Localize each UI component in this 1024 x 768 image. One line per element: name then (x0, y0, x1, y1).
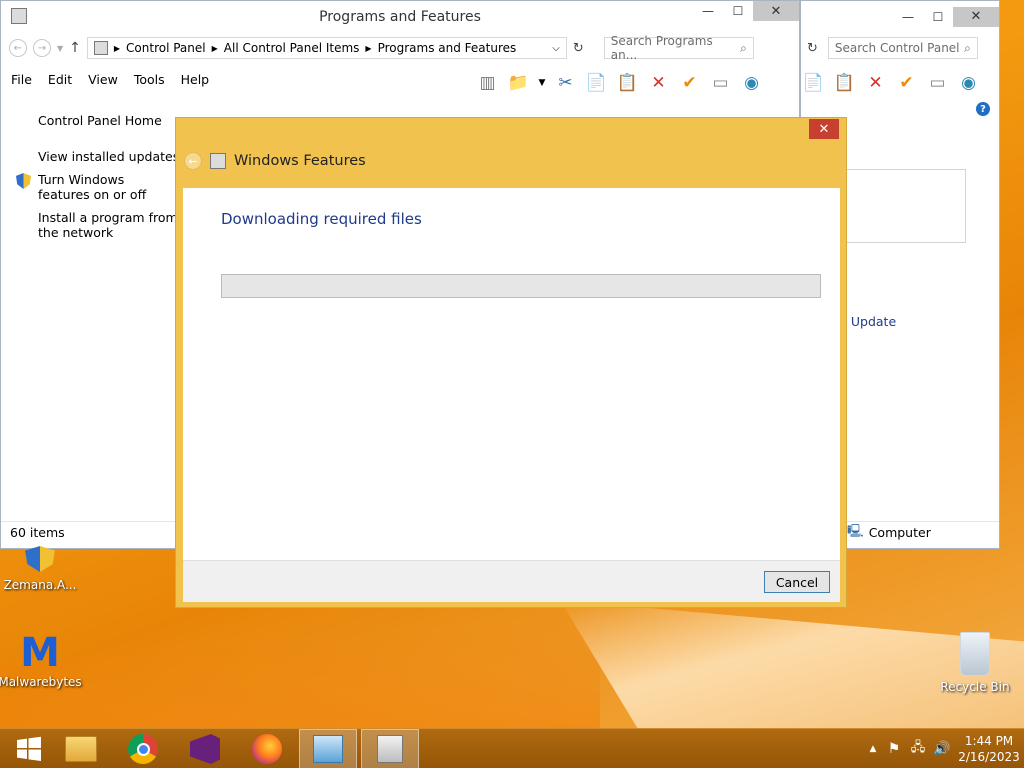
chevron-down-icon[interactable]: ⌵ (552, 43, 560, 54)
paste-icon[interactable]: 📋 (832, 70, 857, 95)
taskbar-chrome[interactable] (114, 729, 172, 768)
menu-view[interactable]: View (88, 72, 118, 87)
delete-icon[interactable]: ✕ (646, 70, 671, 95)
desktop-streak (0, 620, 600, 730)
search-icon: ⌕ (964, 40, 971, 55)
sidebar-home-link[interactable]: Control Panel Home (38, 113, 162, 128)
taskbar-visual-studio[interactable] (176, 729, 234, 768)
malwarebytes-icon: M (20, 630, 60, 676)
network-icon[interactable]: 🖧 (906, 738, 930, 760)
refresh-icon[interactable]: ↻ (573, 41, 584, 56)
dialog-content: Downloading required files (183, 188, 840, 560)
back-button[interactable]: ← (184, 152, 202, 170)
shell-icon[interactable]: ◉ (956, 70, 981, 95)
dialog-title: Windows Features (234, 153, 366, 169)
refresh-icon[interactable]: ↻ (807, 41, 818, 56)
clock-date: 2/16/2023 (958, 750, 1020, 764)
window-title: Programs and Features (319, 8, 481, 25)
rename-icon[interactable]: ▭ (708, 70, 733, 95)
close-button[interactable]: ✕ (953, 6, 999, 27)
help-icon[interactable]: ? (976, 102, 990, 116)
back-button[interactable]: ← (9, 39, 27, 57)
checkmark-icon[interactable]: ✔ (677, 70, 702, 95)
delete-icon[interactable]: ✕ (863, 70, 888, 95)
address-bar[interactable]: ▶ Control Panel ▶ All Control Panel Item… (86, 37, 567, 59)
start-button[interactable] (0, 729, 58, 768)
search-icon: ⌕ (740, 40, 747, 55)
copy-icon[interactable]: 📄 (801, 70, 826, 95)
maximize-button[interactable]: ☐ (723, 1, 753, 21)
up-icon[interactable]: ↑ (69, 40, 81, 56)
menu-tools[interactable]: Tools (134, 72, 165, 87)
sidebar-item-view-updates[interactable]: View installed updates (38, 149, 179, 164)
content-box (846, 169, 966, 243)
programs-features-icon (377, 735, 403, 763)
breadcrumb-item[interactable]: Programs and Features (378, 41, 517, 55)
rename-icon[interactable]: ▭ (925, 70, 950, 95)
file-explorer-icon (65, 736, 97, 762)
menu-edit[interactable]: Edit (48, 72, 72, 87)
dropdown-icon[interactable]: ▼ (537, 70, 547, 95)
windows-features-dialog[interactable]: ✕ ← Windows Features Downloading require… (175, 117, 847, 608)
clock[interactable]: 1:44 PM 2/16/2023 (954, 733, 1024, 765)
search-input[interactable]: Search Control Panel ⌕ (827, 37, 978, 59)
windows-features-icon (210, 153, 226, 169)
system-tray: ▲ ⚑ 🖧 🔊 1:44 PM 2/16/2023 (864, 729, 1024, 768)
paste-icon[interactable]: 📋 (615, 70, 640, 95)
shell-icon[interactable]: ◉ (739, 70, 764, 95)
taskbar-firefox[interactable] (238, 729, 296, 768)
layout-icon[interactable]: ▥ (475, 70, 500, 95)
forward-button[interactable]: → (33, 39, 51, 57)
menu-file[interactable]: File (11, 72, 32, 87)
download-progress-bar (221, 274, 821, 298)
control-panel-icon (313, 735, 343, 763)
sidebar-item-install-network[interactable]: Install a program from the network (38, 210, 178, 242)
minimize-button[interactable]: — (693, 1, 723, 21)
dialog-heading: Downloading required files (221, 210, 422, 228)
volume-icon[interactable]: 🔊 (930, 741, 954, 757)
recycle-bin-icon (960, 632, 990, 676)
window-titlebar[interactable]: — ☐ ✕ (801, 1, 999, 32)
visual-studio-icon (190, 734, 220, 764)
breadcrumb-item[interactable]: Control Panel (126, 41, 206, 55)
control-panel-icon (93, 41, 108, 55)
taskbar-programs-features[interactable] (361, 729, 419, 768)
checkmark-icon[interactable]: ✔ (894, 70, 919, 95)
start-icon (17, 736, 41, 761)
folder-options-icon[interactable]: 📁 (506, 70, 531, 95)
minimize-button[interactable]: — (893, 7, 923, 27)
chevron-right-icon: ▶ (365, 43, 372, 53)
windows-update-link[interactable]: t Update (842, 314, 896, 329)
sidebar-item-windows-features[interactable]: Turn Windows features on or off (38, 172, 178, 204)
chevron-right-icon: ▶ (211, 43, 218, 53)
desktop-icon-recycle-bin[interactable]: Recycle Bin (935, 632, 1015, 694)
zemana-shield-icon (25, 546, 55, 572)
desktop-icon-malwarebytes[interactable]: M Malwarebytes (0, 630, 82, 689)
copy-icon[interactable]: 📄 (584, 70, 609, 95)
search-input[interactable]: Search Programs an... ⌕ (603, 34, 754, 62)
computer-icon: 🖳 (847, 523, 864, 538)
recent-dropdown-icon[interactable]: ▼ (57, 44, 63, 53)
cancel-button[interactable]: Cancel (764, 571, 830, 593)
close-button[interactable]: ✕ (753, 1, 799, 21)
chrome-icon (128, 734, 158, 764)
taskbar-control-panel[interactable] (299, 729, 357, 768)
window-titlebar[interactable]: Programs and Features — ☐ ✕ (1, 1, 799, 32)
control-panel-icon (11, 8, 27, 24)
shield-icon (16, 173, 31, 189)
breadcrumb-item[interactable]: All Control Panel Items (224, 41, 360, 55)
taskbar: ▲ ⚑ 🖧 🔊 1:44 PM 2/16/2023 (0, 728, 1024, 768)
firefox-icon (252, 734, 282, 764)
menu-help[interactable]: Help (181, 72, 210, 87)
desktop-icon-zemana[interactable]: Zemana.A... (0, 546, 80, 592)
cut-icon[interactable]: ✂ (553, 70, 578, 95)
show-hidden-icons[interactable]: ▲ (864, 744, 882, 754)
clock-time: 1:44 PM (964, 734, 1014, 748)
action-center-flag-icon[interactable]: ⚑ (882, 741, 906, 757)
dialog-footer: Cancel (183, 560, 840, 602)
taskbar-file-explorer[interactable] (52, 729, 110, 768)
maximize-button[interactable]: ☐ (923, 7, 953, 27)
chevron-right-icon: ▶ (113, 43, 121, 53)
close-button[interactable]: ✕ (809, 119, 839, 139)
